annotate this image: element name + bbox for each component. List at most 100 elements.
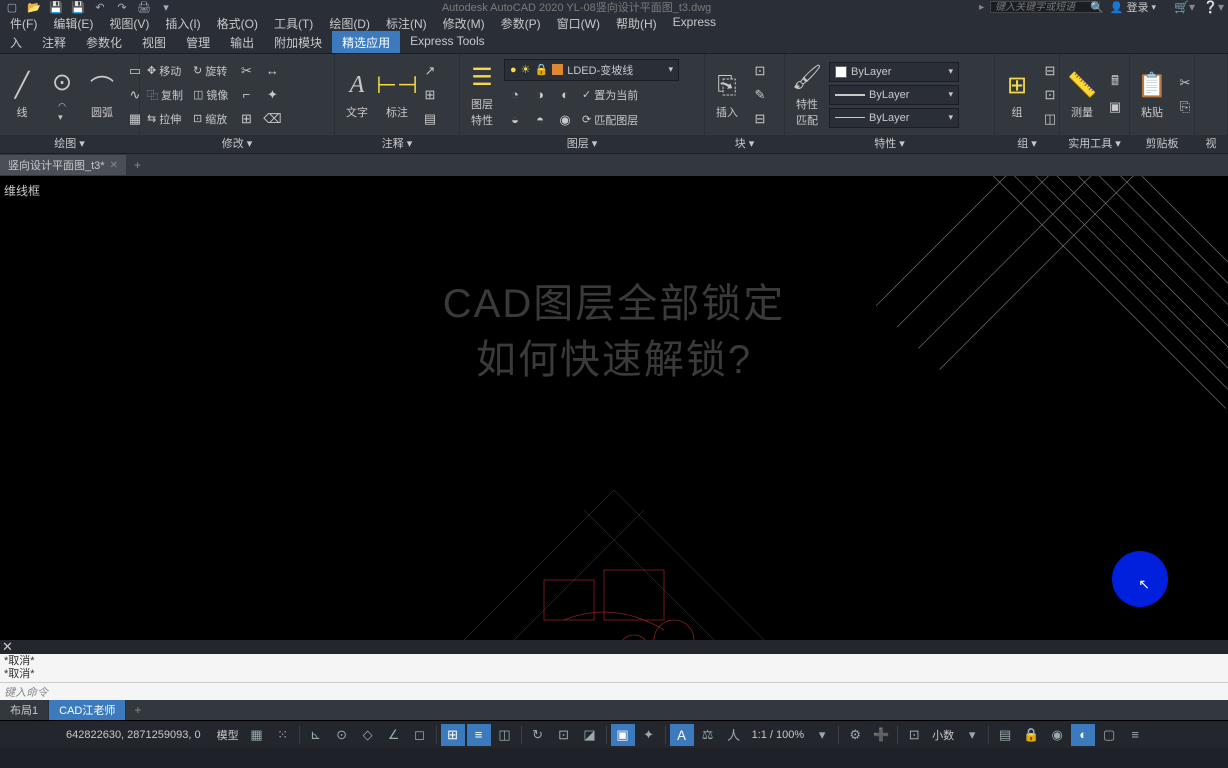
layer-tool4-icon[interactable]: ◒ — [504, 109, 526, 131]
3dosnap-icon[interactable]: ⊡ — [552, 724, 576, 746]
match-layer-button[interactable]: ⟳匹配图层 — [579, 109, 641, 131]
panel-clip-title[interactable]: 剪贴板 — [1130, 135, 1194, 153]
layout-tab-2[interactable]: CAD江老师 — [49, 700, 126, 720]
dyn-input-icon[interactable]: ⊞ — [441, 724, 465, 746]
erase-icon[interactable]: ⌫ — [261, 108, 283, 130]
snap-icon[interactable]: ⁙ — [271, 724, 295, 746]
tab-home[interactable]: 入 — [0, 31, 32, 53]
qat-dropdown-icon[interactable]: ▾ — [158, 0, 174, 14]
menu-parametric[interactable]: 参数(P) — [493, 14, 549, 31]
menu-view[interactable]: 视图(V) — [101, 14, 157, 31]
layer-tool3-icon[interactable]: ◐ — [554, 84, 576, 106]
menu-express[interactable]: Express — [665, 14, 724, 31]
cleanscreen-icon[interactable]: ▢ — [1097, 724, 1121, 746]
menu-file[interactable]: 件(F) — [2, 14, 45, 31]
tab-annotate[interactable]: 注释 — [32, 31, 76, 53]
fillet-icon[interactable]: ⌐ — [235, 84, 257, 106]
extend-icon[interactable]: ↔ — [261, 60, 283, 82]
layer-combo[interactable]: ● ☀ 🔒 LDED-变坡线 ▾ — [504, 59, 679, 81]
arc-button[interactable]: ⌒ 圆弧 — [84, 68, 120, 122]
tab-parametric[interactable]: 参数化 — [76, 31, 132, 53]
scale-button[interactable]: ⊡缩放 — [190, 108, 231, 130]
color-combo[interactable]: ByLayer ▾ — [829, 62, 959, 82]
tab-output[interactable]: 输出 — [220, 31, 264, 53]
panel-util-title[interactable]: 实用工具 ▾ — [1060, 135, 1129, 153]
annotation-icon[interactable]: Ａ — [670, 724, 694, 746]
hwaccel-icon[interactable]: ◐ — [1071, 724, 1095, 746]
edit-block-icon[interactable]: ✎ — [749, 84, 771, 106]
panel-annot-title[interactable]: 注释 ▾ — [335, 135, 459, 153]
units-icon[interactable]: ⊡ — [902, 724, 926, 746]
scale-dropdown-icon[interactable]: ▾ — [810, 724, 834, 746]
copy-button[interactable]: ⿻复制 — [144, 84, 186, 106]
panel-block-title[interactable]: 块 ▾ — [705, 135, 784, 153]
tab-express[interactable]: Express Tools — [400, 31, 494, 53]
text-button[interactable]: A 文字 — [339, 68, 375, 122]
lwt-icon[interactable]: ≡ — [467, 724, 491, 746]
layout-tab-1[interactable]: 布局1 — [0, 700, 49, 720]
quickprops-icon[interactable]: ▤ — [993, 724, 1017, 746]
qat-print-icon[interactable]: 🖨 — [136, 0, 152, 14]
lock-ui-icon[interactable]: 🔒 — [1019, 724, 1043, 746]
exchange-icon[interactable]: 🛒▾ — [1174, 0, 1195, 14]
ortho-icon[interactable]: ⊾ — [304, 724, 328, 746]
tab-view[interactable]: 视图 — [132, 31, 176, 53]
linetype-combo[interactable]: ByLayer ▾ — [829, 108, 959, 128]
units-label[interactable]: 小数 — [928, 727, 958, 743]
qat-saveas-icon[interactable]: 💾 — [70, 0, 86, 14]
transparency-icon[interactable]: ◫ — [493, 724, 517, 746]
circle-button[interactable]: ⊙ ◠▾ — [44, 65, 80, 125]
attr-icon[interactable]: ⊟ — [749, 108, 771, 130]
customize-icon[interactable]: ≡ — [1123, 724, 1147, 746]
array-icon[interactable]: ⊞ — [235, 108, 257, 130]
layer-tool6-icon[interactable]: ◉ — [554, 109, 576, 131]
units-dropdown-icon[interactable]: ▾ — [960, 724, 984, 746]
drawing-canvas[interactable]: 维线框 CAD图层全部锁定 如何快速解锁? — [0, 176, 1228, 640]
annovisibility-icon[interactable]: 人 — [722, 724, 746, 746]
layer-tool5-icon[interactable]: ◓ — [529, 109, 551, 131]
insert-button[interactable]: ⎘ 插入 — [709, 68, 745, 122]
monitor-icon[interactable]: ➕ — [869, 724, 893, 746]
dyn-ucs-icon[interactable]: ◪ — [578, 724, 602, 746]
panel-group-title[interactable]: 组 ▾ — [995, 135, 1059, 153]
annoscale-icon[interactable]: ⚖ — [696, 724, 720, 746]
tab-manage[interactable]: 管理 — [176, 31, 220, 53]
group-bb-icon[interactable]: ◫ — [1039, 108, 1061, 130]
measure-button[interactable]: 📏 测量 — [1064, 68, 1100, 122]
menu-modify[interactable]: 修改(M) — [435, 14, 493, 31]
grid-icon[interactable]: ▦ — [245, 724, 269, 746]
tab-featured[interactable]: 精选应用 — [332, 31, 400, 53]
qat-redo-icon[interactable]: ↷ — [114, 0, 130, 14]
qat-new-icon[interactable]: ▢ — [4, 0, 20, 14]
selection-icon[interactable]: ▣ — [611, 724, 635, 746]
leader-icon[interactable]: ↗ — [419, 60, 441, 82]
command-input[interactable]: 键入命令 — [0, 682, 1228, 700]
polar-icon[interactable]: ⊙ — [330, 724, 354, 746]
group-button[interactable]: ⊞ 组 — [999, 68, 1035, 122]
table-icon[interactable]: ⊞ — [419, 84, 441, 106]
annot2-icon[interactable]: ▤ — [419, 108, 441, 130]
select-icon[interactable]: ▣ — [1104, 96, 1126, 118]
panel-draw-title[interactable]: 绘图 ▾ — [0, 135, 139, 153]
menu-edit[interactable]: 编辑(E) — [45, 14, 101, 31]
otrack-icon[interactable]: ∠ — [382, 724, 406, 746]
menu-tools[interactable]: 工具(T) — [266, 14, 321, 31]
layer-tool1-icon[interactable]: ◔ — [504, 84, 526, 106]
stretch-button[interactable]: ⇆拉伸 — [144, 108, 186, 130]
panel-view-title[interactable]: 视 — [1195, 135, 1227, 153]
explode-icon[interactable]: ✦ — [261, 84, 283, 106]
menu-insert[interactable]: 插入(I) — [157, 14, 208, 31]
file-tab-active[interactable]: 竖向设计平面图_t3* ✕ — [0, 155, 126, 175]
mirror-button[interactable]: ◫镜像 — [190, 84, 231, 106]
command-close-button[interactable]: ✕ — [0, 639, 15, 655]
search-icon[interactable]: 🔍 — [1090, 1, 1104, 14]
help-icon[interactable]: ❔▾ — [1203, 0, 1224, 14]
cycling-icon[interactable]: ↻ — [526, 724, 550, 746]
calc-icon[interactable]: 🖩 — [1104, 72, 1126, 94]
menu-help[interactable]: 帮助(H) — [608, 14, 665, 31]
qat-undo-icon[interactable]: ↶ — [92, 0, 108, 14]
lineweight-combo[interactable]: ByLayer ▾ — [829, 85, 959, 105]
panel-layers-title[interactable]: 图层 ▾ — [460, 135, 704, 153]
set-current-button[interactable]: ✓置为当前 — [579, 84, 641, 106]
model-button[interactable]: 模型 — [213, 727, 243, 743]
